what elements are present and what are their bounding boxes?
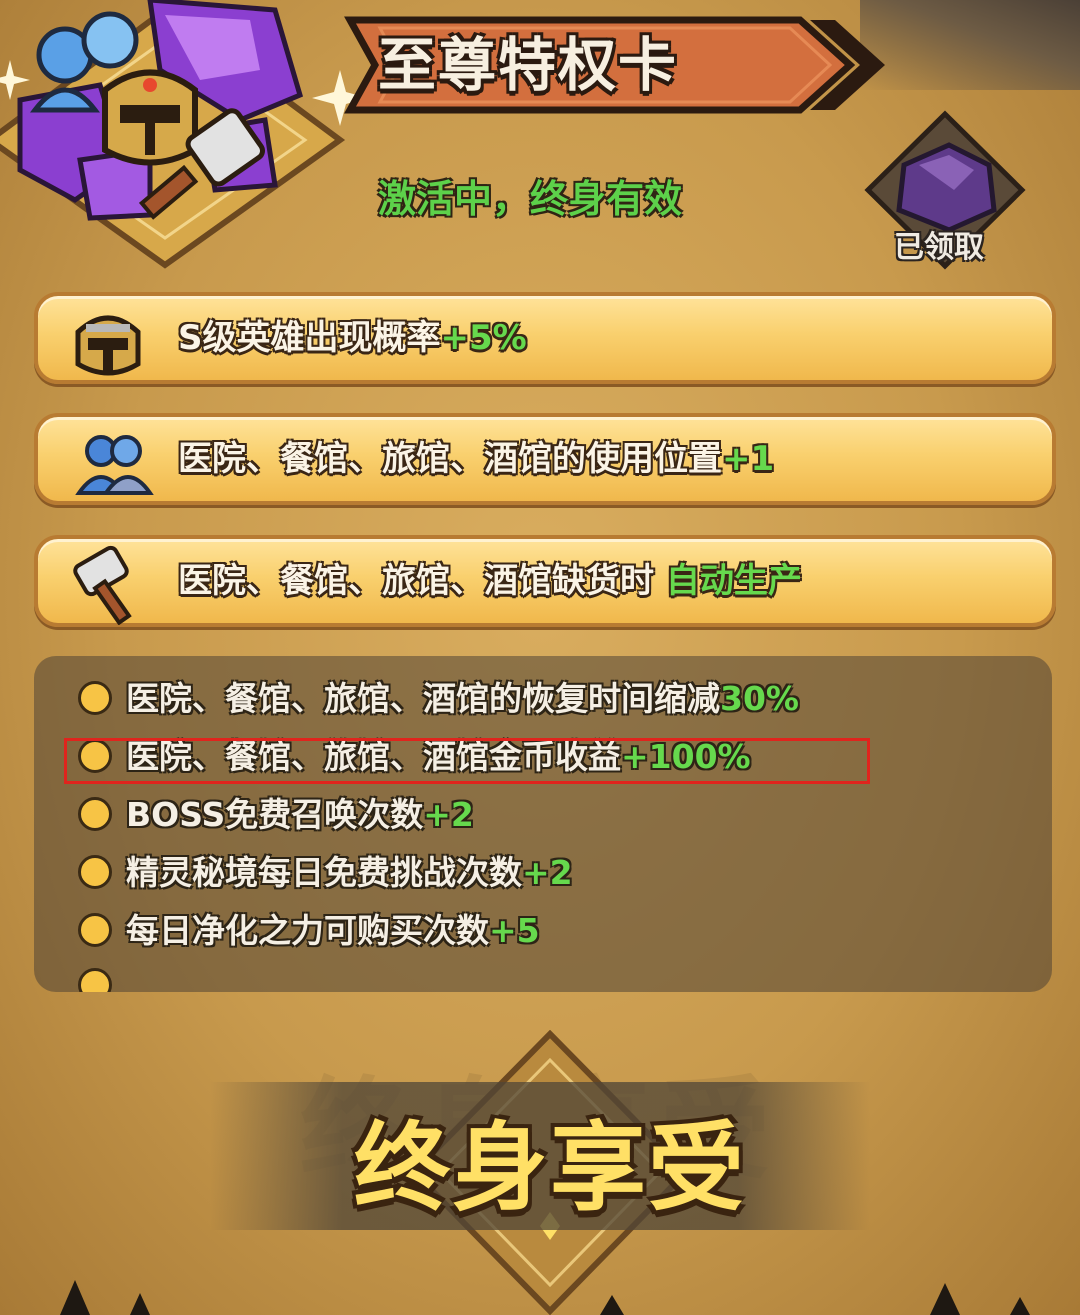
bullet-dot-icon xyxy=(78,854,112,889)
page-title: 至尊特权卡 xyxy=(378,31,679,99)
claimed-label: 已领取 xyxy=(894,230,984,265)
perk-text: 医院、餐馆、旅馆、酒馆缺货时 自动生产 xyxy=(178,561,802,601)
perk-card-s-hero: S级英雄出现概率+5% xyxy=(34,292,1056,384)
list-item: BOSS免费召唤次数+2 xyxy=(78,786,474,844)
bullet-dot-icon xyxy=(78,968,112,992)
activation-status: 激活中，终身有效 xyxy=(378,177,683,221)
perk-card-auto-produce: 医院、餐馆、旅馆、酒馆缺货时 自动生产 xyxy=(34,535,1056,627)
lifetime-banner-title: 终身享受 xyxy=(354,1112,746,1224)
highlight-box xyxy=(64,738,870,784)
perk-text: S级英雄出现概率+5% xyxy=(178,318,527,358)
perk-bonus: 自动生产 xyxy=(665,561,802,601)
bullet-dot-icon xyxy=(78,912,112,947)
benefits-list[interactable]: 医院、餐馆、旅馆、酒馆的恢复时间缩减30% 医院、餐馆、旅馆、酒馆金币收益+10… xyxy=(34,656,1052,992)
perk-bonus: +5% xyxy=(440,318,527,358)
helmet-icon xyxy=(75,315,141,376)
bullet-dot-icon xyxy=(78,796,112,831)
people-icon xyxy=(75,435,154,495)
perk-card-usage-slots: 医院、餐馆、旅馆、酒馆的使用位置+1 xyxy=(34,413,1056,505)
list-item: 每日净化之力可购买次数+5 xyxy=(78,902,540,960)
list-item: 医院、餐馆、旅馆、酒馆的恢复时间缩减30% xyxy=(78,670,799,728)
list-item: 精灵秘境每日免费挑战次数+2 xyxy=(78,844,573,902)
hammer-icon xyxy=(73,545,132,625)
perk-text: 医院、餐馆、旅馆、酒馆的使用位置+1 xyxy=(178,439,775,479)
bullet-dot-icon xyxy=(78,680,112,715)
privilege-card-emblem xyxy=(0,0,360,269)
perk-bonus: +1 xyxy=(722,439,775,479)
bottom-spikes xyxy=(60,1280,1030,1315)
